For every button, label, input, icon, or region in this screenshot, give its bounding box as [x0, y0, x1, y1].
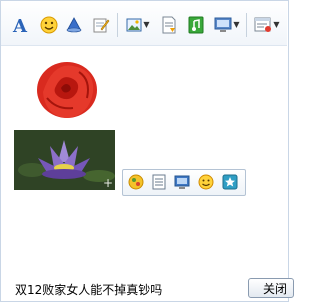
magic-icon: [128, 174, 144, 190]
screen-capture-icon: [214, 17, 232, 32]
emoticon-button[interactable]: [39, 15, 59, 35]
nudge-button[interactable]: [64, 15, 84, 35]
close-button[interactable]: 关闭: [248, 278, 294, 298]
image-icon: [126, 18, 142, 32]
message-history-button[interactable]: ▼: [252, 15, 282, 35]
music-icon: [188, 16, 204, 34]
toolbar-separator: [117, 13, 118, 37]
expand-plus-icon[interactable]: +: [103, 177, 113, 189]
music-button[interactable]: [186, 15, 206, 35]
font-icon: A: [12, 16, 28, 34]
emoticon-add-icon: [198, 174, 214, 190]
screen-button[interactable]: [174, 174, 190, 190]
save-image-button[interactable]: [151, 174, 167, 190]
svg-text:A: A: [12, 16, 28, 34]
chevron-down-icon: ▼: [233, 20, 240, 29]
image-button[interactable]: ▼: [124, 15, 152, 35]
message-input-area[interactable]: +: [1, 46, 287, 274]
file-icon: [162, 16, 176, 34]
screen-icon: [174, 175, 190, 189]
save-icon: [152, 174, 166, 190]
chevron-down-icon: ▼: [273, 20, 280, 29]
lotus-image[interactable]: +: [14, 130, 115, 190]
input-toolbar: A ▼ ▼ ▼: [1, 1, 287, 46]
file-button[interactable]: [159, 15, 179, 35]
chevron-down-icon: ▼: [143, 20, 150, 29]
status-bar: 双12败家女人能不掉真钞吗 关闭: [1, 274, 294, 301]
emoticon-add-button[interactable]: [198, 174, 214, 190]
smiley-icon: [40, 16, 58, 34]
font-button[interactable]: A: [11, 15, 31, 35]
favorite-button[interactable]: [222, 174, 238, 190]
note-pencil-icon: [93, 18, 110, 33]
image-action-toolbar: [122, 169, 246, 196]
status-text: 双12败家女人能不掉真钞吗: [15, 283, 163, 297]
toolbar-separator: [246, 13, 247, 37]
note-button[interactable]: [91, 15, 111, 35]
star-icon: [222, 174, 238, 190]
bell-icon: [66, 17, 82, 33]
magic-button[interactable]: [128, 174, 144, 190]
message-history-icon: [254, 17, 272, 32]
screen-capture-button[interactable]: ▼: [212, 15, 242, 35]
rose-image[interactable]: [13, 52, 119, 126]
